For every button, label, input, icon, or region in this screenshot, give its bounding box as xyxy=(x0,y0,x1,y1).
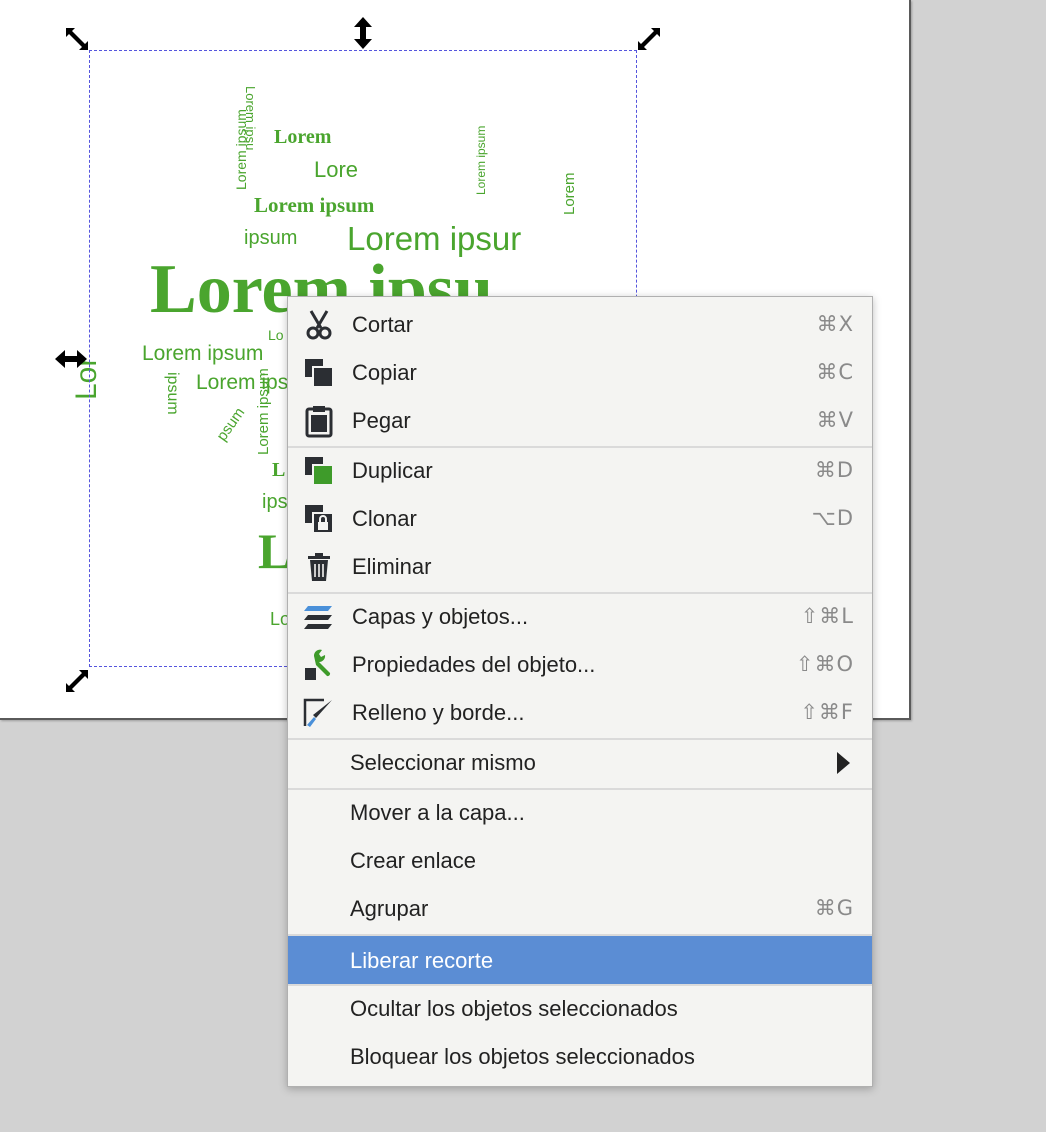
menu-item-object-properties[interactable]: Propiedades del objeto... ⇧⌘O xyxy=(288,640,872,688)
menu-item-label: Capas y objetos... xyxy=(352,604,529,629)
shortcut-label: ⇧⌘F xyxy=(800,700,854,724)
menu-item-label: Pegar xyxy=(352,408,411,433)
menu-item-label: Copiar xyxy=(352,360,417,385)
menu-item-paste[interactable]: Pegar ⌘V xyxy=(288,396,872,444)
menu-item-label: Agrupar xyxy=(350,896,429,921)
duplicate-icon xyxy=(305,457,334,486)
menu-item-label: Bloquear los objetos seleccionados xyxy=(350,1044,695,1069)
resize-handle-top-right-icon[interactable] xyxy=(636,26,662,52)
menu-item-label: Ocultar los objetos seleccionados xyxy=(350,996,678,1021)
shortcut-label: ⌘X xyxy=(816,312,854,336)
menu-item-lock-selected[interactable]: Bloquear los objetos seleccionados xyxy=(288,1032,872,1080)
menu-item-hide-selected[interactable]: Ocultar los objetos seleccionados xyxy=(288,984,872,1032)
menu-item-label: Duplicar xyxy=(352,458,433,483)
shortcut-label: ⌘V xyxy=(816,408,854,432)
menu-item-label: Mover a la capa... xyxy=(350,800,525,825)
menu-item-label: Cortar xyxy=(352,312,414,337)
shortcut-label: ⌥D xyxy=(811,506,854,530)
clone-icon xyxy=(305,505,334,534)
menu-item-clone[interactable]: Clonar ⌥D xyxy=(288,494,872,542)
menu-item-label: Liberar recorte xyxy=(350,948,494,973)
resize-handle-top-icon[interactable] xyxy=(350,16,376,50)
submenu-arrow-icon xyxy=(837,752,850,774)
fill-stroke-icon xyxy=(303,698,332,727)
menu-item-layers-objects[interactable]: Capas y objetos... ⇧⌘L xyxy=(288,592,872,640)
menu-item-fill-stroke[interactable]: Relleno y borde... ⇧⌘F xyxy=(288,688,872,736)
copy-icon xyxy=(305,359,334,388)
menu-item-label: Eliminar xyxy=(352,554,432,579)
shortcut-label: ⇧⌘O xyxy=(795,652,854,676)
menu-item-delete[interactable]: Eliminar xyxy=(288,542,872,590)
menu-item-release-clip[interactable]: Liberar recorte xyxy=(288,936,872,984)
menu-item-create-link[interactable]: Crear enlace xyxy=(288,836,872,884)
menu-item-copy[interactable]: Copiar ⌘C xyxy=(288,348,872,396)
menu-item-group[interactable]: Agrupar ⌘G xyxy=(288,884,872,932)
menu-item-label: Crear enlace xyxy=(350,848,476,873)
resize-handle-left-icon[interactable] xyxy=(54,346,88,372)
menu-item-label: Clonar xyxy=(352,506,417,531)
paste-icon xyxy=(305,406,333,438)
shortcut-label: ⌘D xyxy=(814,458,854,482)
menu-item-select-same[interactable]: Seleccionar mismo xyxy=(288,738,872,786)
scissors-icon xyxy=(306,310,332,340)
shortcut-label: ⌘G xyxy=(814,896,854,920)
resize-handle-bottom-left-icon[interactable] xyxy=(64,668,90,694)
shortcut-label: ⇧⌘L xyxy=(800,604,854,628)
resize-handle-top-left-icon[interactable] xyxy=(64,26,90,52)
trash-icon xyxy=(308,553,330,581)
menu-item-label: Relleno y borde... xyxy=(352,700,525,725)
menu-item-label: Seleccionar mismo xyxy=(350,750,536,775)
shortcut-label: ⌘C xyxy=(816,360,854,384)
menu-item-cut[interactable]: Cortar ⌘X xyxy=(288,300,872,348)
menu-item-duplicate[interactable]: Duplicar ⌘D xyxy=(288,446,872,494)
layers-icon xyxy=(304,606,332,629)
context-menu: Cortar ⌘X Copiar ⌘C Pegar ⌘V Duplicar ⌘D xyxy=(287,296,873,1087)
menu-item-label: Propiedades del objeto... xyxy=(352,652,596,677)
wrench-icon xyxy=(305,649,331,680)
menu-item-move-to-layer[interactable]: Mover a la capa... xyxy=(288,788,872,836)
